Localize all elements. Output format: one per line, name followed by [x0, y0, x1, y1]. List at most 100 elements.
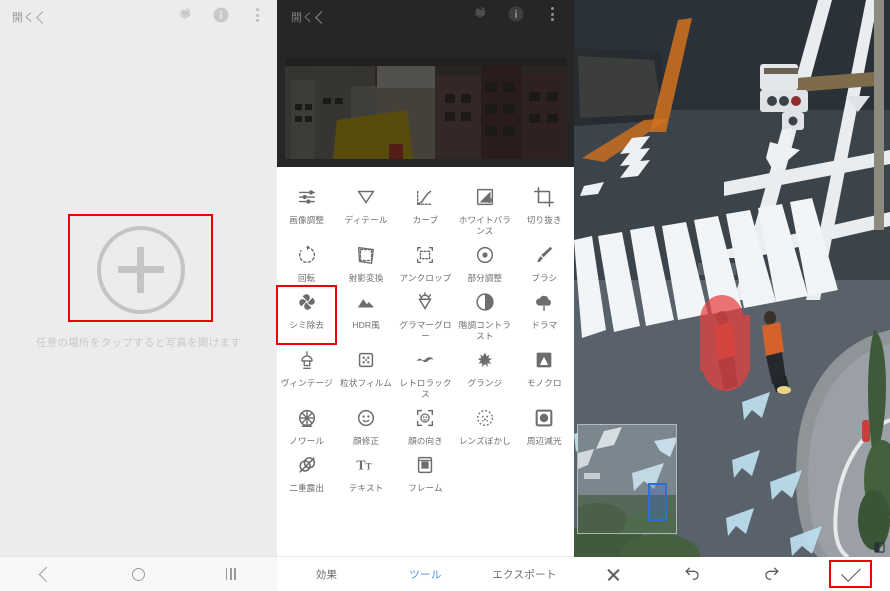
- tool-item-double-exposure[interactable]: 二重露出: [277, 449, 336, 496]
- tool-item-rotate[interactable]: 回転: [277, 239, 336, 286]
- tool-label: ディテール: [344, 215, 388, 225]
- tool-label: 画像調整: [289, 215, 325, 225]
- tool-label: 周辺減光: [526, 436, 562, 446]
- redo-button[interactable]: [732, 565, 811, 584]
- recents-icon: [225, 568, 236, 580]
- tool-label: 顔修正: [353, 436, 380, 446]
- tool-label: シミ除去: [289, 320, 325, 330]
- tool-item-selective[interactable]: 部分調整: [455, 239, 514, 286]
- tool-label: レンズぼかし: [458, 436, 511, 446]
- tool-item-head-pose[interactable]: 顔の向き: [396, 402, 455, 449]
- nav-home-button[interactable]: [108, 567, 168, 581]
- apply-button[interactable]: [811, 560, 890, 588]
- tools-row: シミ除去 HDR風 グラマーグロー 階調コントラスト ドラマ: [275, 285, 574, 345]
- overflow-menu-icon[interactable]: [247, 5, 267, 25]
- hdr-mountain-icon: [353, 289, 379, 315]
- tool-item-drama-cloud[interactable]: ドラマ: [515, 286, 574, 344]
- panel-healing-editor: [574, 0, 890, 591]
- tool-item-expand-crop[interactable]: アンクロップ: [396, 239, 455, 286]
- tool-item-vintage-lamp[interactable]: ヴィンテージ: [277, 344, 336, 402]
- noir-reel-icon: [294, 405, 320, 431]
- tool-item-grainy-film[interactable]: 粒状フィルム: [336, 344, 395, 402]
- cancel-button[interactable]: [574, 567, 653, 582]
- retrolux-icon: [412, 347, 438, 373]
- tab-1[interactable]: ツール: [376, 567, 475, 582]
- tab-2[interactable]: エクスポート: [475, 567, 574, 582]
- tool-item-frame[interactable]: フレーム: [396, 449, 455, 496]
- panel-empty-editor: 開く 任意の場所をタップすると写真を開けます: [0, 0, 277, 591]
- tools-row: 二重露出 T T テキスト フレーム: [277, 449, 574, 496]
- tool-label: 射影変換: [348, 273, 384, 283]
- nav-recents-button[interactable]: [201, 568, 261, 580]
- tool-label: 階調コントラスト: [458, 320, 511, 341]
- rotate-layers-icon[interactable]: [470, 4, 490, 24]
- tool-item-white-balance[interactable]: ホワイトバランス: [455, 181, 514, 239]
- tools-row: ノワール 顔修正 顔の向き レンズぼかし 周辺減光: [277, 402, 574, 449]
- checkmark-icon: [840, 562, 861, 582]
- info-icon[interactable]: [211, 5, 231, 25]
- left-canvas[interactable]: 任意の場所をタップすると写真を開けます: [0, 34, 277, 557]
- tool-item-perspective[interactable]: 射影変換: [336, 239, 395, 286]
- tool-label: 顔の向き: [408, 436, 443, 446]
- tool-item-noir-reel[interactable]: ノワール: [277, 402, 336, 449]
- tool-label: アンクロップ: [399, 273, 452, 283]
- tool-item-glamour-glow[interactable]: グラマーグロー: [396, 286, 455, 344]
- tool-item-tonal-contrast[interactable]: 階調コントラスト: [455, 286, 514, 344]
- tool-item-tune[interactable]: 画像調整: [277, 181, 336, 239]
- tool-item-triangle-down[interactable]: ディテール: [336, 181, 395, 239]
- tools-row: 画像調整 ディテール カーブ ホワイトバランス 切り抜き: [277, 181, 574, 239]
- undo-button[interactable]: [653, 565, 732, 584]
- home-icon: [131, 567, 145, 581]
- tool-item-hdr-mountain[interactable]: HDR風: [336, 286, 395, 344]
- triangle-down-icon: [353, 184, 379, 210]
- tool-item-crop[interactable]: 切り抜き: [515, 181, 574, 239]
- open-button-middle[interactable]: 開く: [291, 9, 328, 25]
- tool-item-brush[interactable]: ブラシ: [515, 239, 574, 286]
- tool-label: 切り抜き: [526, 215, 562, 225]
- expand-crop-icon: [412, 242, 438, 268]
- compare-icon[interactable]: [874, 540, 885, 553]
- tool-item-vignette[interactable]: 周辺減光: [515, 402, 574, 449]
- tools-grid: 画像調整 ディテール カーブ ホワイトバランス 切り抜き回転 射影変換 アンクロップ 部分調整…: [275, 167, 574, 557]
- tool-item-retrolux[interactable]: レトロラックス: [396, 344, 455, 402]
- tool-item-healing[interactable]: シミ除去: [275, 285, 338, 345]
- middle-top-icons: [470, 4, 562, 24]
- editing-canvas[interactable]: [574, 0, 890, 557]
- magnifier-selection-rect: [648, 483, 667, 521]
- tool-item-text[interactable]: T T テキスト: [336, 449, 395, 496]
- editor-action-bar: [574, 557, 890, 591]
- tool-label: 回転: [297, 273, 316, 283]
- open-button[interactable]: 開く: [12, 9, 49, 25]
- tool-label: ノワール: [289, 436, 325, 446]
- preview-dim-overlay: [285, 58, 566, 159]
- tool-label: レトロラックス: [399, 378, 452, 399]
- info-icon[interactable]: [506, 4, 526, 24]
- open-photo-hint: 任意の場所をタップすると写真を開けます: [35, 337, 242, 349]
- perspective-icon: [353, 242, 379, 268]
- vintage-lamp-icon: [294, 347, 320, 373]
- tool-item-lens-blur[interactable]: レンズぼかし: [455, 402, 514, 449]
- open-label-middle: 開く: [291, 12, 314, 24]
- left-top-icons: [175, 5, 267, 25]
- white-balance-icon: [472, 184, 498, 210]
- crop-icon: [531, 184, 557, 210]
- nav-back-button[interactable]: [16, 566, 76, 582]
- tool-item-monochrome[interactable]: モノクロ: [515, 344, 574, 402]
- drama-cloud-icon: [531, 289, 557, 315]
- rotate-layers-icon[interactable]: [175, 5, 195, 25]
- glamour-glow-icon: [412, 289, 438, 315]
- tool-item-curves[interactable]: カーブ: [396, 181, 455, 239]
- overflow-menu-icon[interactable]: [542, 4, 562, 24]
- photo-preview-thumbnail[interactable]: [285, 58, 566, 159]
- left-top-bar: 開く: [0, 0, 277, 34]
- tool-label: ヴィンテージ: [280, 378, 333, 388]
- tool-item-face-retouch[interactable]: 顔修正: [336, 402, 395, 449]
- tab-0[interactable]: 効果: [277, 567, 376, 582]
- svg-text:T: T: [366, 462, 372, 472]
- tool-label: 部分調整: [467, 273, 503, 283]
- android-nav-bar: [0, 556, 277, 591]
- tool-label: グラマーグロー: [399, 320, 452, 341]
- tool-item-grunge[interactable]: グランジ: [455, 344, 514, 402]
- tool-label: モノクロ: [526, 378, 562, 388]
- tonal-contrast-icon: [472, 289, 498, 315]
